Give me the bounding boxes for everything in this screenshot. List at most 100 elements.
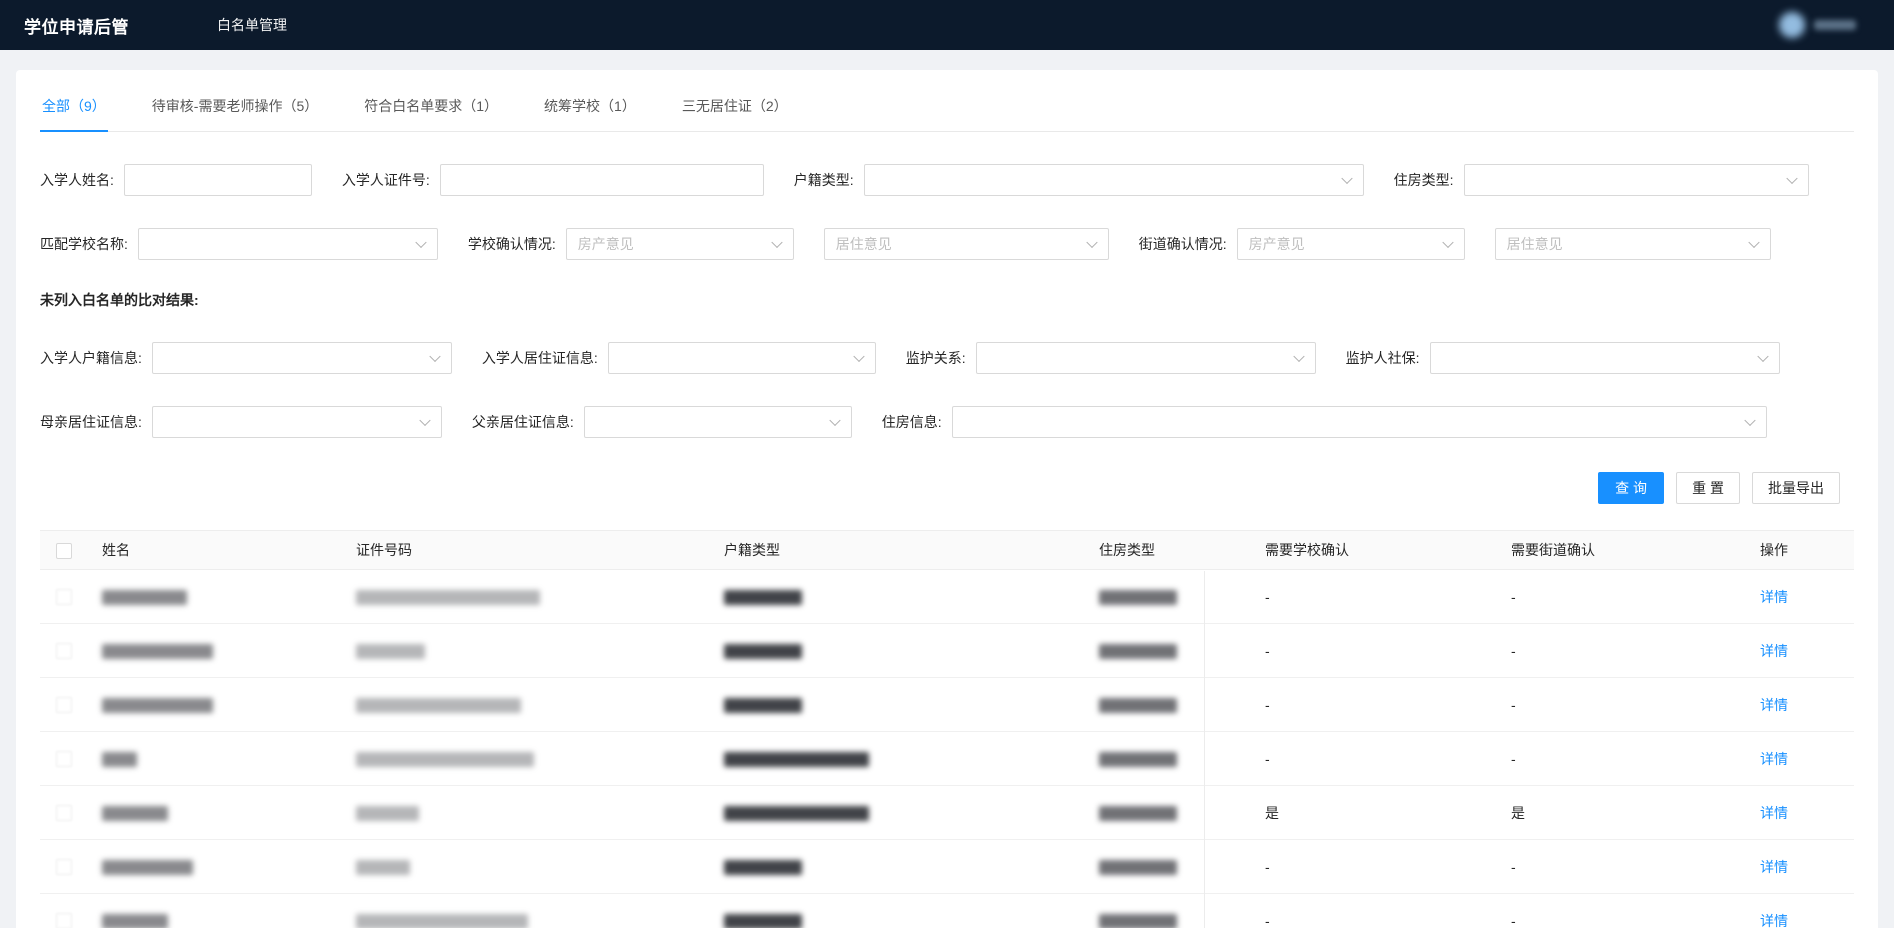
detail-link[interactable]: 详情 (1760, 589, 1788, 605)
cell-action: 详情 (1758, 749, 1854, 769)
nav-item-whitelist[interactable]: 白名单管理 (217, 15, 287, 35)
select-all-checkbox[interactable] (56, 543, 72, 559)
user-menu[interactable] (1779, 12, 1870, 38)
row-checkbox[interactable] (56, 805, 72, 821)
tab-pending-review[interactable]: 待审核-需要老师操作（5） (150, 82, 320, 131)
row-checkbox[interactable] (56, 913, 72, 928)
school-confirm-property-select[interactable]: 房产意见 (566, 228, 794, 260)
detail-link[interactable]: 详情 (1760, 697, 1788, 713)
detail-link[interactable]: 详情 (1760, 859, 1788, 875)
filter-row: 母亲居住证信息:父亲居住证信息:住房信息: (40, 406, 1854, 438)
cell-id (354, 858, 722, 875)
chevron-down-icon (415, 237, 426, 248)
row-checkbox-cell (40, 588, 100, 605)
cell-action: 详情 (1758, 695, 1854, 715)
row-checkbox-cell (40, 696, 100, 713)
table-row: --详情 (40, 894, 1854, 928)
filter-row: 匹配学校名称:学校确认情况:房产意见居住意见街道确认情况:房产意见居住意见 (40, 228, 1854, 260)
table-body: --详情--详情--详情--详情是是详情--详情--详情 (40, 570, 1854, 928)
student-name-input[interactable] (124, 164, 312, 196)
redacted-housing (1099, 806, 1177, 821)
export-button[interactable]: 批量导出 (1752, 472, 1840, 504)
guardian-social-security-select[interactable] (1430, 342, 1780, 374)
father-residence-permit-info-select[interactable] (584, 406, 852, 438)
housing-info-select[interactable] (952, 406, 1767, 438)
mother-residence-permit-info-select[interactable] (152, 406, 442, 438)
cell-school: - (1263, 643, 1509, 659)
row-checkbox[interactable] (56, 751, 72, 767)
school-confirm-property-placeholder: 房产意见 (578, 234, 634, 254)
detail-link[interactable]: 详情 (1760, 643, 1788, 659)
redacted-housing (1099, 644, 1177, 659)
cell-street: - (1509, 913, 1758, 928)
header-checkbox-cell (40, 541, 100, 558)
redacted-hukou (724, 752, 869, 767)
cell-housing (1097, 912, 1263, 928)
student-id-number-input[interactable] (440, 164, 764, 196)
redacted-name (102, 860, 193, 875)
detail-link[interactable]: 详情 (1760, 805, 1788, 821)
street-confirm-residence-placeholder: 居住意见 (1507, 234, 1563, 254)
table-row: --详情 (40, 678, 1854, 732)
street-confirm-residence-select[interactable]: 居住意见 (1495, 228, 1771, 260)
tab-no-residence-permit[interactable]: 三无居住证（2） (680, 82, 790, 131)
chevron-down-icon (829, 415, 840, 426)
detail-link[interactable]: 详情 (1760, 751, 1788, 767)
chevron-down-icon (419, 415, 430, 426)
redacted-name (102, 698, 213, 713)
redacted-housing (1099, 752, 1177, 767)
redacted-id (356, 806, 419, 821)
school-confirm-residence-placeholder: 居住意见 (836, 234, 892, 254)
housing-type-select[interactable] (1464, 164, 1809, 196)
redacted-id (356, 644, 425, 659)
student-hukou-info-field: 入学人户籍信息: (40, 342, 452, 374)
housing-type-label: 住房类型: (1394, 170, 1454, 190)
mother-residence-permit-info-label: 母亲居住证信息: (40, 412, 142, 432)
table-row: --详情 (40, 732, 1854, 786)
redacted-name (102, 914, 168, 928)
cell-id (354, 642, 722, 659)
redacted-hukou (724, 806, 869, 821)
redacted-housing (1099, 590, 1177, 605)
father-residence-permit-info-field: 父亲居住证信息: (472, 406, 852, 438)
table-row: 是是详情 (40, 786, 1854, 840)
row-checkbox-cell (40, 912, 100, 928)
redacted-name (102, 590, 187, 605)
cell-action: 详情 (1758, 911, 1854, 928)
redacted-id (356, 752, 534, 767)
cell-hukou (722, 804, 1097, 821)
actions-bar: 查 询 重 置 批量导出 (40, 472, 1854, 504)
tab-all[interactable]: 全部（9） (40, 82, 108, 132)
reset-button[interactable]: 重 置 (1676, 472, 1740, 504)
hukou-type-label: 户籍类型: (794, 170, 854, 190)
row-checkbox[interactable] (56, 643, 72, 659)
cell-school: - (1263, 751, 1509, 767)
redacted-hukou (724, 860, 802, 875)
cell-id (354, 588, 722, 605)
row-checkbox[interactable] (56, 589, 72, 605)
matched-school-name-select[interactable] (138, 228, 438, 260)
app-header: 学位申请后管 白名单管理 (0, 0, 1894, 50)
row-checkbox-cell (40, 858, 100, 875)
student-name-field: 入学人姓名: (40, 164, 312, 196)
cell-id (354, 750, 722, 767)
street-confirm-property-select[interactable]: 房产意见 (1237, 228, 1465, 260)
guardian-relation-select[interactable] (976, 342, 1316, 374)
school-confirm-residence-select[interactable]: 居住意见 (824, 228, 1109, 260)
row-checkbox[interactable] (56, 697, 72, 713)
student-hukou-info-select[interactable] (152, 342, 452, 374)
cell-hukou (722, 642, 1097, 659)
hukou-type-select[interactable] (864, 164, 1364, 196)
detail-link[interactable]: 详情 (1760, 913, 1788, 928)
tab-coordinated-school[interactable]: 统筹学校（1） (542, 82, 638, 131)
cell-name (100, 642, 354, 659)
guardian-relation-label: 监护关系: (906, 348, 966, 368)
tab-whitelist-eligible[interactable]: 符合白名单要求（1） (362, 82, 500, 131)
cell-hukou (722, 696, 1097, 713)
student-residence-permit-info-select[interactable] (608, 342, 876, 374)
row-checkbox[interactable] (56, 859, 72, 875)
redacted-housing (1099, 698, 1177, 713)
mother-residence-permit-info-field: 母亲居住证信息: (40, 406, 442, 438)
cell-school: - (1263, 913, 1509, 928)
search-button[interactable]: 查 询 (1598, 472, 1664, 504)
